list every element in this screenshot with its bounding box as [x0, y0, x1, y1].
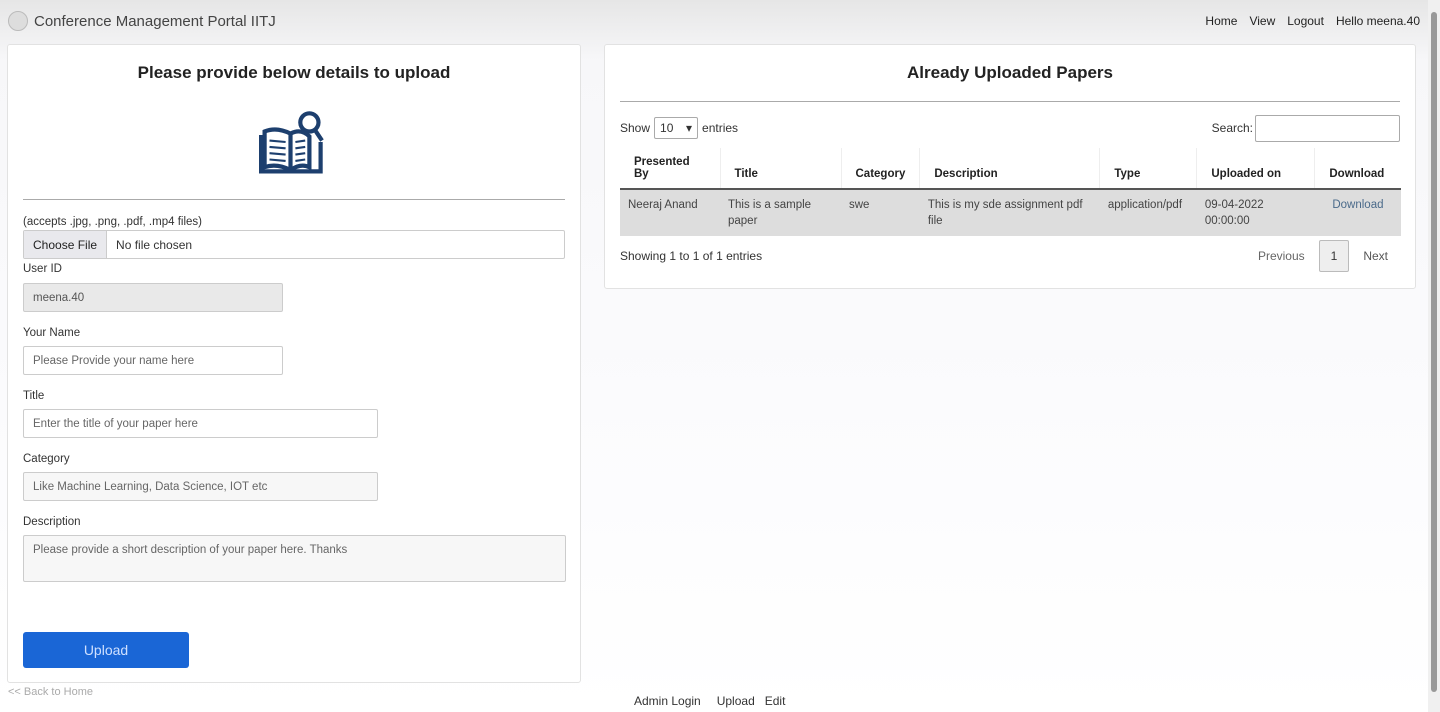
chevron-down-icon: ▾ [686, 121, 693, 135]
category-input[interactable]: Like Machine Learning, Data Science, IOT… [23, 472, 378, 501]
category-label: Category [23, 453, 70, 465]
footer-edit[interactable]: Edit [765, 694, 786, 708]
search-label: Search: [1211, 121, 1253, 135]
description-textarea[interactable]: Please provide a short description of yo… [23, 535, 566, 582]
name-label: Your Name [23, 327, 81, 339]
search-input[interactable] [1255, 114, 1400, 142]
name-input[interactable]: Please Provide your name here [23, 346, 283, 375]
col-download[interactable]: Download [1314, 148, 1401, 190]
nav-home[interactable]: Home [1205, 14, 1237, 28]
choose-file-button[interactable]: Choose File [24, 231, 108, 258]
book-search-icon [259, 111, 324, 174]
entries-select[interactable]: 10 ▾ [654, 117, 699, 139]
cell-title: This is a sample paper [720, 189, 841, 236]
user-id-field: meena.40 [23, 283, 283, 312]
back-to-home-link[interactable]: << Back to Home [8, 686, 93, 698]
accepts-hint: (accepts .jpg, .png, .pdf, .mp4 files) [23, 216, 202, 228]
title-label: Title [23, 390, 45, 402]
nav-view[interactable]: View [1249, 14, 1275, 28]
show-label: Show [620, 121, 651, 135]
iitj-logo [8, 11, 28, 31]
navbar: Conference Management Portal IITJ Home V… [0, 0, 1428, 42]
papers-table: Presented By Title Category Description … [620, 148, 1401, 236]
title-input[interactable]: Enter the title of your paper here [23, 409, 378, 438]
footer-upload[interactable]: Upload [717, 694, 755, 708]
table-row: Neeraj Anand This is a sample paper swe … [620, 189, 1401, 236]
col-description[interactable]: Description [919, 148, 1100, 190]
footer: Admin Login Upload Edit [634, 694, 785, 708]
brand[interactable]: Conference Management Portal IITJ [34, 13, 276, 30]
file-input[interactable]: Choose File No file chosen [23, 230, 565, 259]
entries-label: entries [702, 121, 739, 135]
download-link[interactable]: Download [1314, 189, 1401, 236]
file-status: No file chosen [116, 237, 193, 252]
description-label: Description [23, 516, 81, 528]
scrollbar[interactable] [1428, 0, 1440, 712]
uploaded-papers-panel: Already Uploaded Papers Show 10 ▾ entries… [604, 44, 1416, 289]
cell-category: swe [841, 189, 920, 236]
col-presented-by[interactable]: Presented By [620, 148, 720, 190]
form-heading: Please provide below details to upload [137, 63, 451, 82]
col-uploaded-on[interactable]: Uploaded on [1196, 148, 1315, 190]
table-header: Presented By Title Category Description … [620, 148, 1401, 190]
user-id-label: User ID [23, 263, 62, 275]
page-1-button[interactable]: 1 [1318, 240, 1350, 272]
previous-button[interactable]: Previous [1258, 249, 1305, 263]
nav-logout[interactable]: Logout [1287, 14, 1324, 28]
upload-form-panel: Please provide below details to upload (… [7, 44, 581, 683]
upload-button[interactable]: Upload [23, 632, 189, 668]
footer-admin-login[interactable]: Admin Login [634, 694, 701, 708]
col-type[interactable]: Type [1099, 148, 1197, 190]
user-greeting: Hello meena.40 [1335, 14, 1420, 28]
scrollbar-thumb[interactable] [1431, 12, 1437, 692]
col-category[interactable]: Category [840, 148, 920, 190]
cell-description: This is my sde assignment pdf file [919, 189, 1100, 236]
entries-value: 10 [660, 121, 674, 135]
papers-heading: Already Uploaded Papers [907, 63, 1113, 82]
table-info: Showing 1 to 1 of 1 entries [620, 249, 763, 263]
next-button[interactable]: Next [1363, 249, 1388, 263]
cell-uploaded-on: 09-04-2022 00:00:00 [1196, 189, 1315, 236]
col-title[interactable]: Title [719, 148, 841, 190]
cell-presented-by: Neeraj Anand [620, 189, 720, 236]
cell-type: application/pdf [1099, 189, 1197, 236]
